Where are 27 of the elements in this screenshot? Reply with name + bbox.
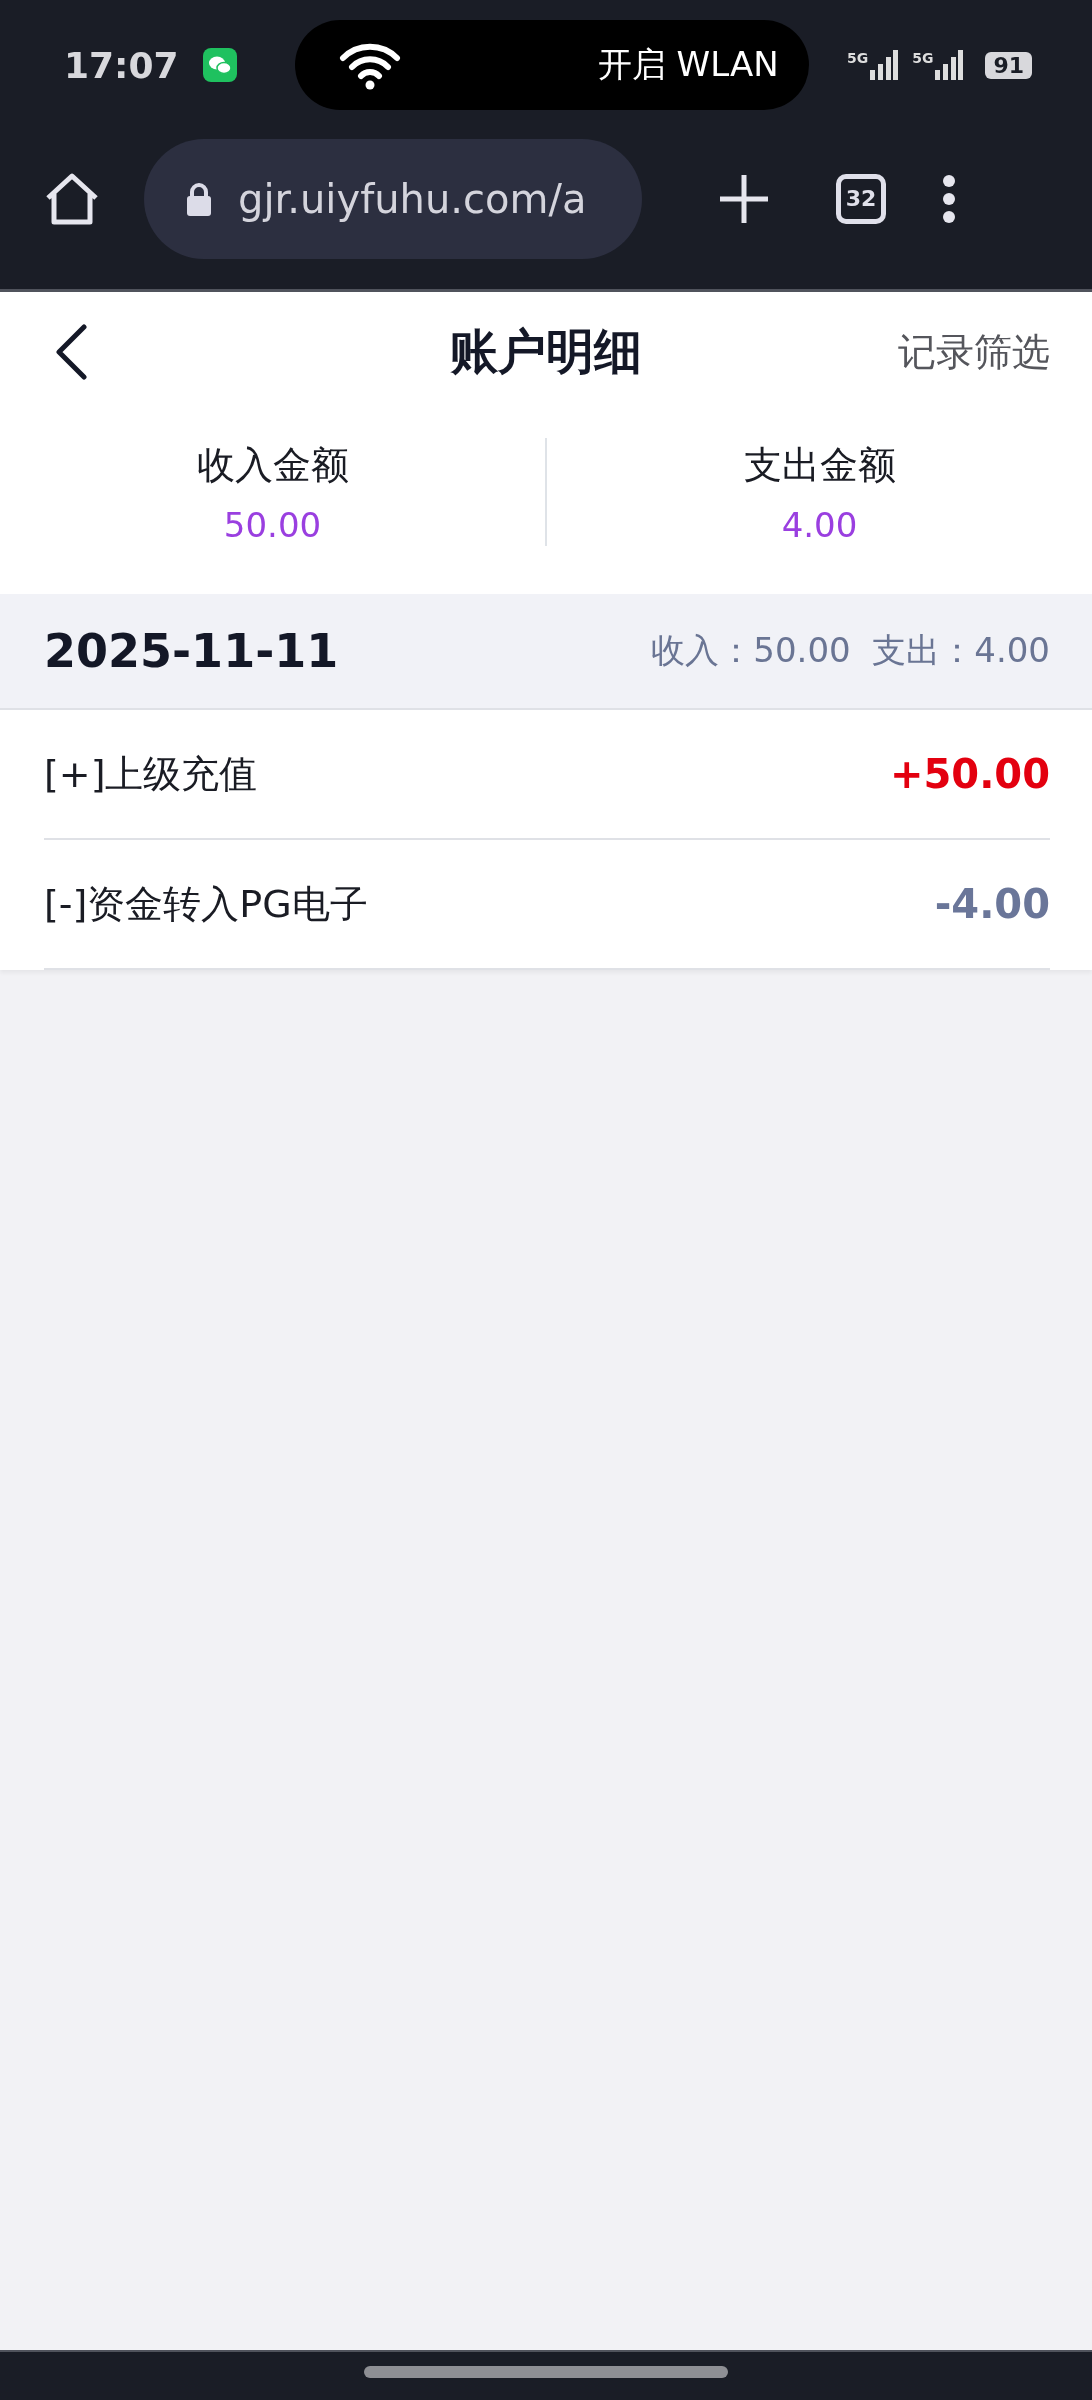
signal-icon — [935, 50, 964, 80]
summary-label: 收入金额 — [196, 441, 349, 489]
signal-icon — [870, 50, 899, 80]
summary-value: 50.00 — [223, 504, 322, 545]
tab-count-button[interactable]: 32 — [836, 173, 886, 224]
clock-time: 17:07 — [64, 44, 179, 86]
lock-icon — [186, 181, 212, 216]
address-bar[interactable]: gjr.uiyfuhu.com/a — [144, 138, 642, 259]
day-totals: 收入：50.00 支出：4.00 — [651, 629, 1050, 672]
transaction-amount: +50.00 — [889, 751, 1050, 797]
new-tab-icon[interactable] — [718, 172, 770, 225]
transaction-amount: -4.00 — [934, 881, 1050, 927]
battery-level: 91 — [985, 51, 1032, 79]
transaction-title: [-]资金转入PG电子 — [44, 880, 368, 928]
network-label: 5G — [846, 50, 869, 66]
chat-app-icon — [202, 48, 237, 82]
menu-icon[interactable] — [942, 173, 956, 224]
back-icon[interactable] — [54, 324, 88, 380]
home-icon[interactable] — [44, 171, 100, 226]
page-title: 账户明细 — [450, 323, 642, 379]
filter-link[interactable]: 记录筛选 — [898, 326, 1050, 378]
transaction-title: [+]上级充值 — [44, 750, 258, 798]
summary-value: 4.00 — [781, 504, 858, 545]
notice-text: 开启 WLAN — [597, 43, 779, 86]
network-label: 5G — [912, 50, 934, 66]
date-text: 2025-11-11 — [44, 624, 339, 678]
summary-label: 支出金额 — [743, 441, 896, 489]
